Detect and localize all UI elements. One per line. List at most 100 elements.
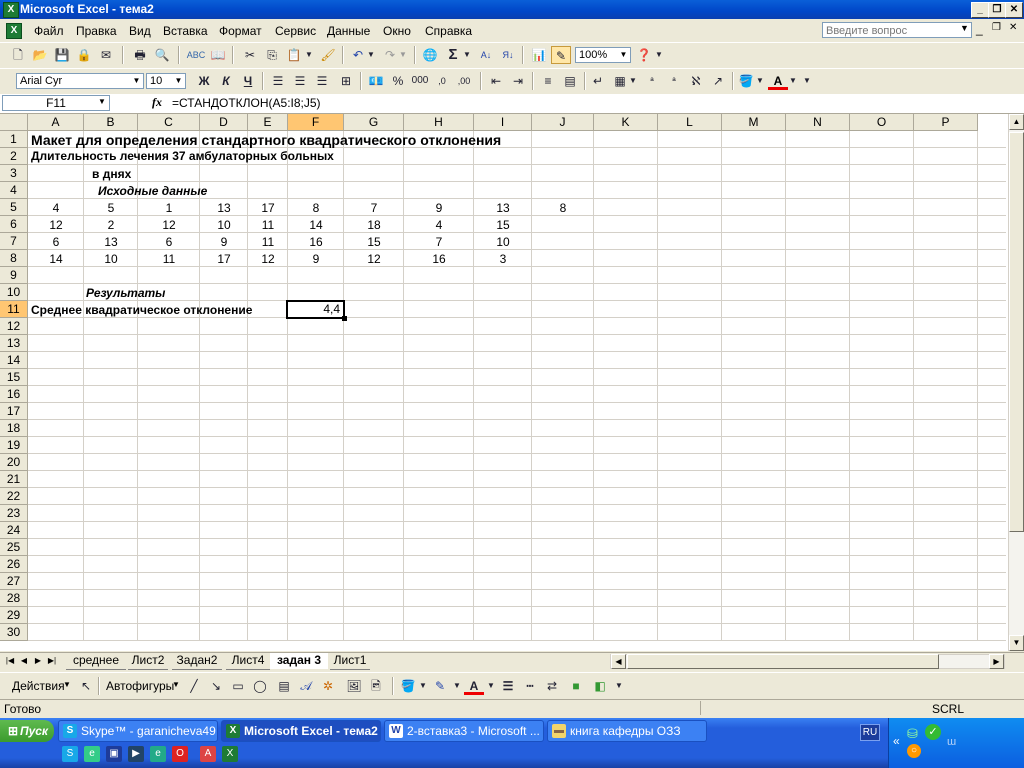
task-skype[interactable]: S Skype™ - garanicheva49 [58,720,218,742]
tray-expand-icon[interactable]: « [893,734,900,748]
row-header-15[interactable]: 15 [0,369,28,386]
maximize-button[interactable]: ❐ [988,2,1006,18]
column-header-l[interactable]: L [658,114,722,131]
permission-icon[interactable]: 🔒 [74,46,94,64]
row-header-1[interactable]: 1 [0,131,28,148]
row-header-5[interactable]: 5 [0,199,28,216]
sheet-tab-srednee[interactable]: среднее [66,653,126,670]
increase-indent-icon[interactable]: ⇥ [508,72,528,90]
row-header-2[interactable]: 2 [0,148,28,165]
data-cell[interactable]: 11 [248,235,288,249]
row-header-11[interactable]: 11 [0,301,28,318]
data-cell[interactable]: 7 [344,201,404,215]
draw-font-dropdown-icon[interactable]: ▼ [486,677,496,695]
fill-color-dropdown-icon[interactable]: ▼ [755,72,765,90]
oval-icon[interactable]: ◯ [250,677,270,695]
row-header-21[interactable]: 21 [0,471,28,488]
scroll-down-icon[interactable]: ▼ [1009,635,1024,651]
row-header-12[interactable]: 12 [0,318,28,335]
data-cell[interactable]: 3 [474,252,532,266]
sheet-title[interactable]: Макет для определения стандартного квадр… [31,132,501,148]
row-header-13[interactable]: 13 [0,335,28,352]
data-cell[interactable]: 6 [138,235,200,249]
data-cell[interactable]: 15 [474,218,532,232]
column-header-c[interactable]: C [138,114,200,131]
data-cell[interactable]: 4 [28,201,84,215]
thousands-button[interactable]: 000 [410,72,430,90]
task-word[interactable]: W 2-вставка3 - Microsoft ... [384,720,544,742]
row-header-22[interactable]: 22 [0,488,28,505]
paste-dropdown-icon[interactable]: ▼ [304,46,314,64]
line-color-icon[interactable]: ✎ [430,677,450,695]
sheet-subtitle[interactable]: Длительность лечения 37 амбулаторных бол… [31,149,334,163]
draw-fill-color-icon[interactable]: 🪣 [398,677,418,695]
zoom-select[interactable]: 100% ▼ [575,47,631,63]
data-cell[interactable]: 9 [200,235,248,249]
ql-skype-icon[interactable]: S [62,746,78,762]
ql-explorer-icon[interactable]: e [84,746,100,762]
ql-pdf-icon[interactable]: A [200,746,216,762]
data-cell[interactable]: 12 [138,218,200,232]
row-header-10[interactable]: 10 [0,284,28,301]
ask-question-input[interactable]: Введите вопрос [822,22,972,38]
data-cell[interactable]: 10 [200,218,248,232]
select-all-corner[interactable] [0,114,28,131]
row-header-7[interactable]: 7 [0,233,28,250]
data-cell[interactable]: 4 [404,218,474,232]
column-header-h[interactable]: H [404,114,474,131]
clipart-icon[interactable]: 🖼 [344,677,364,695]
sheet-tab-list2[interactable]: Лист2 [128,653,168,670]
3d-icon[interactable]: ◧ [590,677,610,695]
data-cell[interactable]: 5 [84,201,138,215]
copy-icon[interactable]: ⎘ [262,46,282,64]
prev-sheet-icon[interactable]: ◀ [18,655,30,667]
line-style-icon[interactable]: ☰ [498,677,518,695]
row-header-3[interactable]: 3 [0,165,28,182]
menu-tools[interactable]: Сервис [275,24,316,38]
draw-font-color-icon[interactable]: A [464,677,484,695]
data-cell[interactable]: 16 [404,252,474,266]
hscroll-thumb[interactable] [627,654,939,669]
data-cell[interactable]: 12 [248,252,288,266]
column-header-f[interactable]: F [288,114,344,131]
scroll-up-icon[interactable]: ▲ [1009,114,1024,130]
data-cell[interactable]: 1 [138,201,200,215]
paste-icon[interactable]: 📋 [284,46,304,64]
print-preview-icon[interactable]: 🔍 [152,46,172,64]
data-cell[interactable]: 9 [404,201,474,215]
email-icon[interactable]: ✉ [96,46,116,64]
borders-dropdown-icon[interactable]: ▼ [628,72,638,90]
column-header-m[interactable]: M [722,114,786,131]
format-b-icon[interactable]: ª [664,72,684,90]
source-data-label[interactable]: Исходные данные [98,184,207,198]
autoshapes-menu[interactable]: Автофигуры [106,679,174,693]
fill-color-icon[interactable]: 🪣 [736,72,756,90]
column-header-g[interactable]: G [344,114,404,131]
doc-close-icon[interactable]: ✕ [1009,22,1017,33]
data-cell[interactable]: 18 [344,218,404,232]
scroll-right-icon[interactable]: ▶ [989,654,1004,669]
row-header-6[interactable]: 6 [0,216,28,233]
wordart-icon[interactable]: 𝒜 [296,677,316,695]
research-icon[interactable]: 📖 [208,46,228,64]
worksheet-grid[interactable]: A B C D E F G H I J K L M N O P 1 2 3 4 5 6 7 8 9 10 11 12 13 14 15 16 1… [0,114,1008,651]
ask-dropdown-icon[interactable]: ▼ [960,23,969,33]
font-size-select[interactable]: 10 ▼ [146,73,186,89]
diagram-icon[interactable]: ✲ [318,677,338,695]
text-direction-icon[interactable]: ↗ [708,72,728,90]
column-header-n[interactable]: N [786,114,850,131]
save-icon[interactable]: 💾 [52,46,72,64]
menu-edit[interactable]: Правка [76,24,117,38]
sort-descending-icon[interactable]: Я↓ [498,46,518,64]
data-cell[interactable]: 2 [84,218,138,232]
phonetic-icon[interactable]: ℵ [686,72,706,90]
data-cell[interactable]: 8 [288,201,344,215]
data-cell[interactable]: 8 [532,201,594,215]
font-color-icon[interactable]: A [768,72,788,90]
formula-input[interactable]: =СТАНДОТКЛОН(A5:I8;J5) [172,96,321,110]
data-cell[interactable]: 15 [344,235,404,249]
row-header-28[interactable]: 28 [0,590,28,607]
help-icon[interactable]: ❓ [634,46,654,64]
format-a-icon[interactable]: ª [642,72,662,90]
sheet-tab-zadan3[interactable]: задан 3 [270,653,328,669]
